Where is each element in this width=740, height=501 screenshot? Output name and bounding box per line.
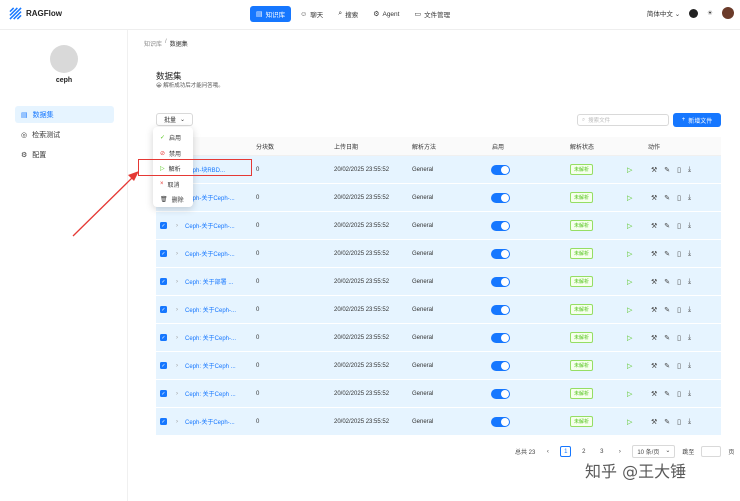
annotation-arrow-icon xyxy=(72,171,139,237)
